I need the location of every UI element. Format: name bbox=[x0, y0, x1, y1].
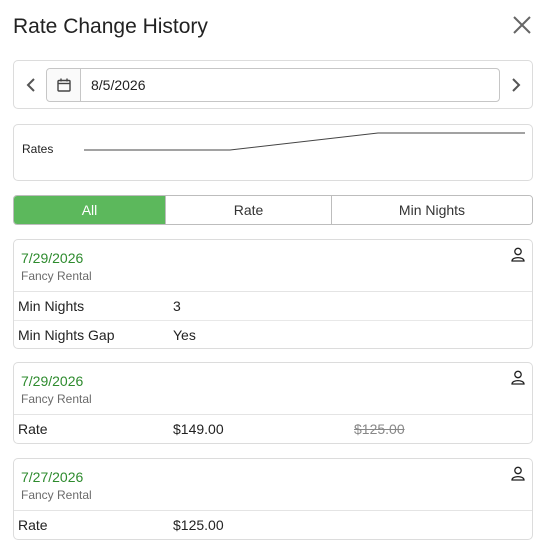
tab-rate[interactable]: Rate bbox=[165, 196, 331, 224]
history-entry: 7/27/2026 Fancy Rental Rate $125.00 bbox=[13, 458, 533, 540]
entry-header: 7/27/2026 Fancy Rental bbox=[14, 459, 532, 511]
entry-date: 7/29/2026 bbox=[21, 373, 84, 389]
date-value: 8/5/2026 bbox=[91, 77, 146, 93]
filter-tabs: All Rate Min Nights bbox=[13, 195, 533, 225]
date-field[interactable]: 8/5/2026 bbox=[46, 68, 500, 102]
rates-sparkline-card: Rates bbox=[13, 124, 533, 181]
change-new-value: $149.00 bbox=[173, 421, 224, 437]
chevron-left-icon[interactable] bbox=[23, 75, 39, 95]
entry-header: 7/29/2026 Fancy Rental bbox=[14, 363, 532, 415]
entry-header: 7/29/2026 Fancy Rental bbox=[14, 240, 532, 292]
tab-all[interactable]: All bbox=[14, 196, 165, 224]
change-new-value: 3 bbox=[173, 298, 181, 314]
user-icon[interactable] bbox=[511, 247, 525, 262]
change-row: Rate $149.00 $125.00 bbox=[14, 415, 532, 443]
change-row: Min Nights Gap Yes bbox=[14, 320, 532, 348]
dialog-header: Rate Change History bbox=[13, 14, 533, 42]
change-field: Min Nights bbox=[18, 298, 85, 314]
history-entry: 7/29/2026 Fancy Rental Rate $149.00 $125… bbox=[13, 362, 533, 444]
change-field: Min Nights Gap bbox=[18, 327, 115, 343]
close-icon[interactable] bbox=[511, 14, 533, 36]
dialog-title: Rate Change History bbox=[13, 15, 208, 38]
tab-min-nights[interactable]: Min Nights bbox=[331, 196, 532, 224]
user-icon[interactable] bbox=[511, 466, 525, 481]
sparkline-series bbox=[84, 132, 525, 151]
history-entry: 7/29/2026 Fancy Rental Min Nights 3 Min … bbox=[13, 239, 533, 349]
chevron-right-icon[interactable] bbox=[508, 75, 524, 95]
change-old-value: $125.00 bbox=[354, 421, 405, 437]
change-row: Min Nights 3 bbox=[14, 292, 532, 320]
calendar-icon bbox=[56, 78, 71, 92]
rates-sparkline bbox=[84, 132, 525, 151]
entry-date: 7/29/2026 bbox=[21, 250, 84, 266]
entry-property: Fancy Rental bbox=[21, 488, 92, 502]
change-row: Rate $125.00 bbox=[14, 511, 532, 539]
entry-date: 7/27/2026 bbox=[21, 469, 84, 485]
user-icon[interactable] bbox=[511, 370, 525, 385]
change-new-value: $125.00 bbox=[173, 517, 224, 533]
change-field: Rate bbox=[18, 421, 48, 437]
entry-property: Fancy Rental bbox=[21, 392, 92, 406]
entry-property: Fancy Rental bbox=[21, 269, 92, 283]
change-new-value: Yes bbox=[173, 327, 196, 343]
date-navigator: 8/5/2026 bbox=[13, 60, 533, 109]
change-field: Rate bbox=[18, 517, 48, 533]
calendar-button[interactable] bbox=[47, 69, 81, 101]
